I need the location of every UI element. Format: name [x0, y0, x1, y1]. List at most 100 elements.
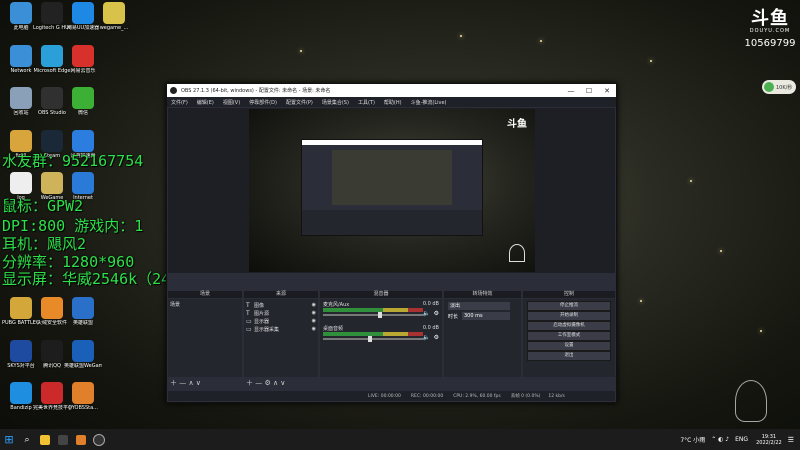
volume-slider-handle[interactable] — [368, 336, 372, 342]
obs-menu-item[interactable]: 场景集合(S) — [322, 99, 349, 106]
tray-icons[interactable]: ⌃ ◐ ♪ — [711, 436, 729, 443]
app-icon — [10, 130, 32, 152]
weather[interactable]: 7°C 小雨 — [680, 435, 705, 444]
control-button[interactable]: 工作室模式 — [527, 331, 611, 341]
volume-meter — [323, 308, 423, 312]
app-icon — [41, 2, 63, 24]
transition-select[interactable]: 淡出 — [448, 302, 510, 310]
room-number: 10569799 — [744, 38, 796, 49]
source-label: 显示器采集 — [254, 326, 280, 333]
app-icon — [10, 87, 32, 109]
network-speed-label: 10K/秒 — [776, 84, 793, 91]
obs-menu-item[interactable]: 帮助(H) — [384, 99, 402, 106]
visibility-eye-icon[interactable]: ◉ — [312, 318, 316, 324]
obs-menu-item[interactable]: 停靠部件(D) — [249, 99, 277, 106]
transitions-panel[interactable]: 淡出 时长 300 ms — [444, 299, 521, 377]
obs-menu-item[interactable]: 工具(T) — [358, 99, 375, 106]
obs-titlebar[interactable]: OBS 27.1.3 (64-bit, windows) - 配置文件: 未命名… — [167, 84, 616, 97]
app-icon — [10, 297, 32, 319]
controls-panel[interactable]: 停止推流 开始录制 启动虚拟摄像机 工作室模式 设置 退出 — [523, 299, 615, 377]
douyu-domain: DOUYU.COM — [749, 28, 791, 34]
minimize-icon[interactable]: — — [562, 84, 580, 97]
control-button[interactable]: 启动虚拟摄像机 — [527, 321, 611, 331]
desktop-icon-label: 英雄联盟WeGame版 — [64, 363, 102, 369]
scenes-list[interactable]: 场景 — [168, 299, 242, 377]
obs-preview[interactable]: 斗鱼 — [168, 108, 615, 273]
sources-dock-header: 来源 — [244, 291, 318, 298]
close-icon[interactable]: ✕ — [598, 84, 616, 97]
obs-menu-item[interactable]: 斗鱼-推流(Live) — [411, 99, 447, 106]
windows-icon: ⊞ — [4, 433, 14, 446]
app-icon — [41, 87, 63, 109]
visibility-eye-icon[interactable]: ◉ — [312, 326, 316, 332]
desktop-icon[interactable]: 英雄联盟 — [64, 297, 102, 326]
app-icon — [72, 382, 94, 404]
audio-mixer[interactable]: 麦克风/Aux 0.0 dB 🔈 ⚙ 桌面音频 0.0 dB 🔈 ⚙ — [320, 299, 442, 377]
explorer-button[interactable] — [36, 429, 54, 450]
control-button[interactable]: 设置 — [527, 341, 611, 351]
network-icon — [764, 82, 774, 92]
desktop-icon[interactable]: OYOBSSta... — [64, 382, 102, 411]
desktop-icon[interactable]: wegame_... — [95, 2, 133, 31]
gear-icon[interactable]: ⚙ — [434, 310, 439, 317]
notifications-icon[interactable]: ☰ — [788, 436, 794, 444]
source-item[interactable]: ▭ 显示器采集 ◉ — [246, 325, 316, 333]
obs-taskbar-button[interactable] — [90, 429, 108, 450]
visibility-eye-icon[interactable]: ◉ — [312, 310, 316, 316]
source-item[interactable]: T 图片源 ◉ — [246, 309, 316, 317]
source-item[interactable]: ▭ 显示器 ◉ — [246, 317, 316, 325]
app-icon — [72, 45, 94, 67]
mixer-dock-header: 混音器 — [320, 291, 442, 298]
sources-toolbar[interactable]: ＋ — ⚙ ∧ ∨ — [244, 378, 320, 388]
speaker-icon[interactable]: 🔈 — [423, 310, 430, 317]
app-icon — [72, 340, 94, 362]
obs-statusbar: LIVE: 00:00:00 REC: 00:00:00 CPU: 2.9%, … — [168, 391, 615, 401]
volume-slider[interactable] — [323, 336, 423, 342]
desktop-icon[interactable]: 英雄联盟WeGame版 — [64, 340, 102, 369]
start-button[interactable]: ⊞ — [0, 429, 18, 450]
control-button[interactable]: 退出 — [527, 351, 611, 361]
obs-menu-item[interactable]: 文件(F) — [171, 99, 188, 106]
network-speed-widget[interactable]: 10K/秒 — [762, 80, 796, 94]
app-icon — [41, 172, 63, 194]
bitrate: 12 kb/s — [548, 393, 565, 399]
desktop-icon[interactable]: 微信 — [64, 87, 102, 116]
clock[interactable]: 19:31 2022/2/22 — [756, 434, 782, 446]
desktop-icon-label: 英雄联盟 — [72, 320, 93, 326]
cpu-fps: CPU: 2.9%, 60.00 fps — [453, 393, 501, 399]
obs-menu-item[interactable]: 配置文件(P) — [286, 99, 313, 106]
text-source-icon: T — [246, 309, 250, 317]
source-item[interactable]: T 图像 ◉ — [246, 301, 316, 309]
obs-icon — [93, 433, 105, 446]
volume-slider-handle[interactable] — [378, 312, 382, 318]
app-icon — [76, 434, 86, 445]
speaker-icon[interactable]: 🔈 — [423, 334, 430, 341]
visibility-eye-icon[interactable]: ◉ — [312, 302, 316, 308]
overlay-headset-line: 耳机：飓风2 — [2, 235, 87, 253]
obs-title: OBS 27.1.3 (64-bit, windows) - 配置文件: 未命名… — [181, 88, 331, 94]
maximize-icon[interactable]: ☐ — [580, 84, 598, 97]
volume-slider[interactable] — [323, 312, 423, 318]
scenes-dock-header: 场景 — [168, 291, 242, 298]
app-button-2[interactable] — [72, 429, 90, 450]
controls-dock-header: 控制 — [523, 291, 615, 298]
control-button[interactable]: 停止推流 — [527, 301, 611, 311]
obs-menu-item[interactable]: 视图(V) — [223, 99, 240, 106]
duration-input[interactable]: 300 ms — [462, 312, 510, 320]
overlay-group-line: 水友群：952167754 — [2, 152, 144, 170]
scene-item[interactable]: 场景 — [168, 299, 242, 310]
source-label: 显示器 — [254, 318, 270, 325]
gear-icon[interactable]: ⚙ — [434, 334, 439, 341]
app-icon — [41, 45, 63, 67]
search-button[interactable]: ⌕ — [18, 429, 36, 450]
obs-menu-item[interactable]: 编辑(E) — [197, 99, 214, 106]
sources-list[interactable]: T 图像 ◉ T 图片源 ◉ ▭ 显示器 ◉ ▭ 显示器采集 ◉ — [244, 299, 318, 377]
app-icon — [10, 2, 32, 24]
app-button-1[interactable] — [54, 429, 72, 450]
overlay-mouse-line: 鼠标：GPW2 — [2, 197, 84, 215]
obs-window[interactable]: OBS 27.1.3 (64-bit, windows) - 配置文件: 未命名… — [166, 83, 617, 403]
control-button[interactable]: 开始录制 — [527, 311, 611, 321]
scenes-toolbar[interactable]: ＋ — ∧ ∨ — [168, 378, 244, 388]
desktop-icon[interactable]: 网易云音乐 — [64, 45, 102, 74]
language-indicator[interactable]: ENG — [735, 436, 748, 443]
